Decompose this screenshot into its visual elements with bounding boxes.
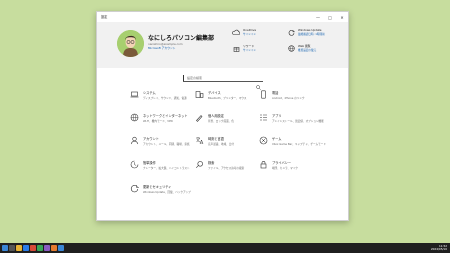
close-button[interactable]: ✕ (336, 12, 348, 22)
taskbar-app[interactable] (16, 245, 22, 251)
settings-window: 設定 — □ ✕ なにしろパソコン編集部 nanishiro@example.c… (96, 11, 349, 221)
devices-icon (195, 90, 204, 99)
pc-name: なにしろパソコン編集部 (148, 35, 215, 42)
taskbar-app[interactable] (30, 245, 36, 251)
account-icon (130, 136, 139, 145)
taskbar-clock[interactable]: 11:52 2024/05/10 (431, 245, 447, 251)
category-phone[interactable]: 電話 Android、iPhone のリンク (259, 90, 305, 100)
header-info-web-browsing[interactable]: Web 閲覧 推奨設定の復元 (287, 44, 316, 52)
settings-search[interactable]: 設定の検索 (183, 74, 263, 90)
search-icon (195, 160, 204, 169)
account-header: なにしろパソコン編集部 nanishiro@example.com Micros… (97, 22, 348, 68)
text-cursor (183, 75, 184, 81)
header-info-windows-update[interactable]: Windows Update 最終確認日時: 1時間前 (287, 28, 325, 36)
avatar[interactable] (117, 30, 144, 57)
category-network[interactable]: ネットワークとインターネット Wi-Fi、機内モード、VPN (130, 113, 188, 123)
web-browsing-icon (287, 44, 295, 52)
title-bar: 設定 — □ ✕ (97, 12, 348, 22)
minimize-button[interactable]: — (312, 12, 324, 22)
category-update-security[interactable]: 更新とセキュリティ Windows Update、回復、バックアップ (130, 184, 191, 194)
globe-icon (130, 113, 139, 122)
windows-update-icon (287, 28, 295, 36)
taskbar-app[interactable] (44, 245, 50, 251)
start-button[interactable] (2, 245, 8, 251)
time-language-icon (195, 136, 204, 145)
privacy-icon (259, 160, 268, 169)
taskbar-app[interactable] (58, 245, 64, 251)
category-privacy[interactable]: プライバシー 場所、カメラ、マイク (259, 160, 298, 170)
category-accessibility[interactable]: 簡単操作 ナレーター、拡大鏡、ハイコントラスト (130, 160, 190, 170)
rewards-icon (232, 44, 240, 52)
accessibility-icon (130, 160, 139, 169)
personalize-icon (195, 113, 204, 122)
category-search[interactable]: 検索 ファイル、アクセス許可の検索 (195, 160, 244, 170)
microsoft-account-link[interactable]: Microsoft アカウント (148, 46, 176, 50)
laptop-icon (130, 90, 139, 99)
category-personalization[interactable]: 個人用設定 背景、ロック画面、色 (195, 113, 234, 123)
category-apps[interactable]: アプリ アンインストール、既定値、オプション機能 (259, 113, 324, 123)
header-info-rewards[interactable]: リワード サインイン (232, 44, 256, 52)
maximize-button[interactable]: □ (324, 12, 336, 22)
taskbar: 11:52 2024/05/10 (0, 243, 450, 253)
apps-icon (259, 113, 268, 122)
taskbar-app[interactable] (23, 245, 29, 251)
category-time-language[interactable]: 時刻と言語 音声認識、地域、日付 (195, 136, 234, 146)
header-info-onedrive[interactable]: OneDrive サインイン (232, 28, 256, 36)
window-title: 設定 (101, 15, 108, 19)
update-security-icon (130, 184, 139, 193)
gaming-icon (259, 136, 268, 145)
category-devices[interactable]: デバイス Bluetooth、プリンター、マウス (195, 90, 247, 100)
taskbar-app[interactable] (51, 245, 57, 251)
category-accounts[interactable]: アカウント アカウント、メール、同期、職場、家族 (130, 136, 190, 146)
taskbar-app[interactable] (37, 245, 43, 251)
search-input[interactable]: 設定の検索 (187, 76, 202, 80)
category-gaming[interactable]: ゲーム Xbox Game Bar、キャプチャ、ゲームモード (259, 136, 326, 146)
phone-icon (259, 90, 268, 99)
onedrive-icon (232, 28, 240, 36)
category-system[interactable]: システム ディスプレイ、サウンド、通知、電源 (130, 90, 187, 100)
taskbar-app[interactable] (9, 245, 15, 251)
